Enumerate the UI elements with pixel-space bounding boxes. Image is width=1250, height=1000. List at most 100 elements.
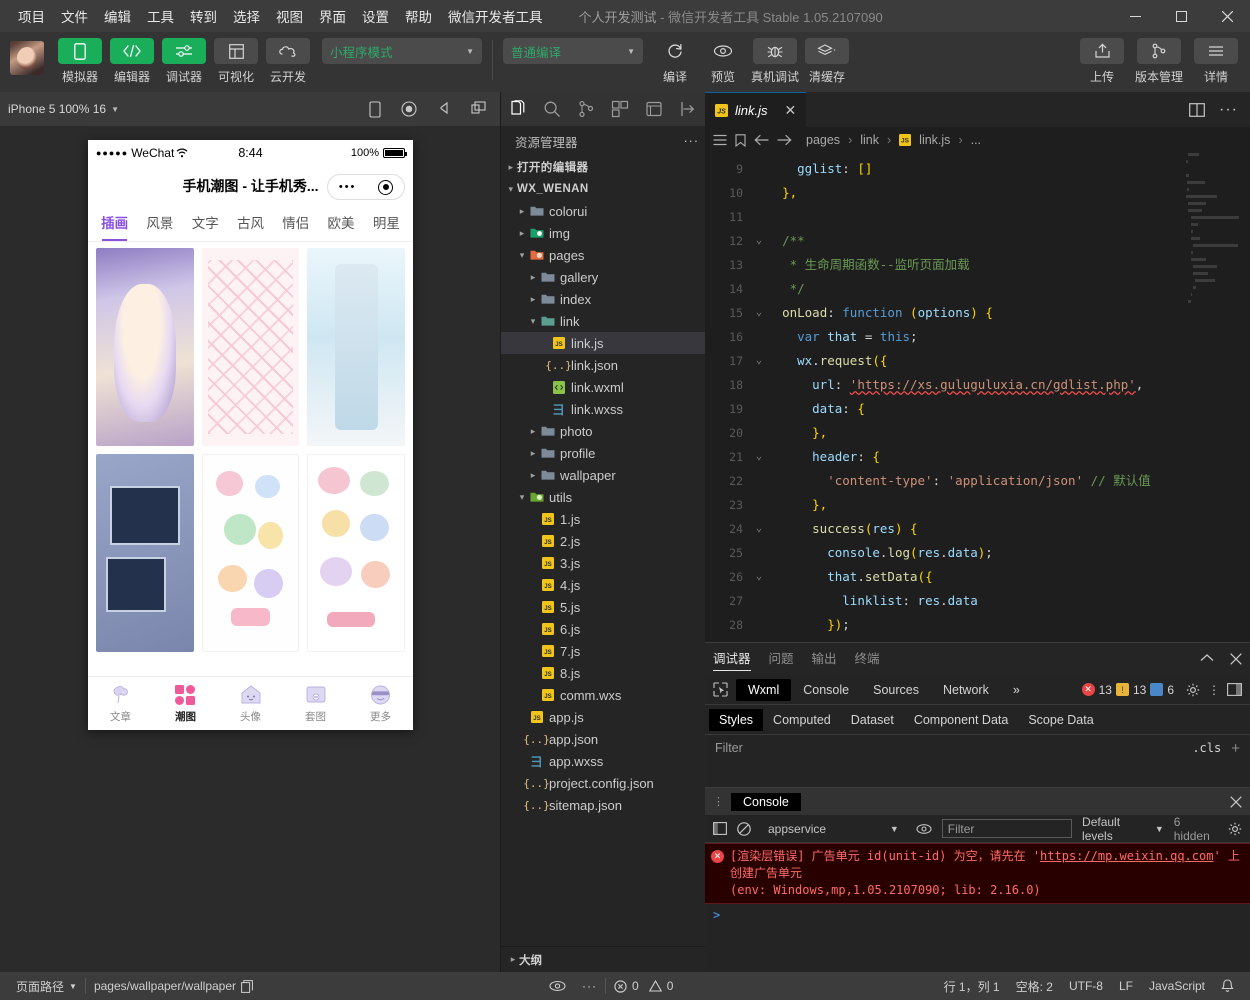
phone-tab-western[interactable]: 欧美 (318, 206, 363, 241)
styles-tab-scope-data[interactable]: Scope Data (1018, 709, 1103, 731)
tree-item-5.js[interactable]: JS 5.js (501, 596, 705, 618)
menu-item-devtools[interactable]: 微信开发者工具 (440, 2, 551, 30)
code-line[interactable]: /** (767, 229, 1250, 253)
tree-item-2.js[interactable]: JS 2.js (501, 530, 705, 552)
console-error-link[interactable]: https://mp.weixin.qq.com (1040, 849, 1213, 863)
tree-item-4.js[interactable]: JS 4.js (501, 574, 705, 596)
console-prompt[interactable]: > (705, 904, 1250, 926)
cls-button[interactable]: .cls (1192, 741, 1221, 755)
grid-image-6[interactable] (307, 454, 405, 652)
editor-scrollbar[interactable] (1240, 153, 1250, 642)
status-eye-button[interactable] (541, 972, 574, 1000)
console-eye-icon[interactable] (916, 823, 932, 835)
chevron-right-icon[interactable]: ▸ (527, 272, 539, 283)
gear-icon[interactable] (1186, 683, 1200, 697)
extensions-icon[interactable] (608, 97, 632, 121)
chevron-down-icon[interactable]: ▾ (516, 492, 528, 503)
clear-cache-button[interactable]: 清缓存 (803, 38, 851, 85)
code-line[interactable]: 'content-type': 'application/json' // 默认… (767, 469, 1250, 493)
debugger-button[interactable]: 调试器 (160, 38, 208, 85)
code-line[interactable]: that.setData({ (767, 565, 1250, 589)
devtools-tab-wxml[interactable]: Wxml (736, 678, 792, 701)
tree-item-link.js[interactable]: JS link.js (501, 332, 705, 354)
code-line[interactable]: } (767, 637, 1250, 642)
styles-tab-component-data[interactable]: Component Data (904, 709, 1019, 731)
search-icon[interactable] (540, 97, 564, 121)
console-context-select[interactable]: appservice ▼ (761, 820, 906, 838)
styles-tab-dataset[interactable]: Dataset (841, 709, 904, 731)
debug-icon[interactable] (642, 97, 666, 121)
tree-item-app.json[interactable]: {..} app.json (501, 728, 705, 750)
chevron-down-icon[interactable]: ▾ (527, 316, 539, 327)
tree-item-link[interactable]: ▾ link (501, 310, 705, 332)
build-select[interactable]: 普通编译 ▼ (503, 38, 643, 64)
close-icon[interactable] (1230, 653, 1242, 665)
close-icon[interactable] (1230, 795, 1242, 808)
code-line[interactable]: * 生命周期函数--监听页面加载 (767, 253, 1250, 277)
gear-icon[interactable] (1228, 822, 1242, 836)
phone-bottom-tab-avatar[interactable]: 头像 (218, 684, 283, 724)
chevron-right-icon[interactable]: ▸ (516, 228, 528, 239)
styles-tab-styles[interactable]: Styles (709, 708, 764, 731)
devtools-more-tabs[interactable]: » (1001, 679, 1032, 701)
phone-bottom-tab-album[interactable]: 套图 (283, 684, 348, 724)
compile-button[interactable]: 编译 (651, 38, 699, 85)
tree-item-img[interactable]: ▸ img (501, 222, 705, 244)
chevron-down-icon[interactable]: ▾ (505, 184, 517, 195)
menu-item-file[interactable]: 文件 (53, 2, 96, 30)
grid-image-1[interactable] (96, 248, 194, 446)
upload-button[interactable]: 上传 (1078, 38, 1126, 85)
code-line[interactable]: }, (767, 181, 1250, 205)
capsule-close-icon[interactable] (378, 179, 394, 195)
clear-console-icon[interactable] (737, 821, 751, 836)
code-line[interactable]: success(res) { (767, 517, 1250, 541)
tree-item-6.js[interactable]: JS 6.js (501, 618, 705, 640)
menu-item-goto[interactable]: 转到 (182, 2, 225, 30)
tree-item-wx-wenan[interactable]: ▾ WX_WENAN (501, 178, 705, 200)
capsule-more-icon[interactable]: ••• (339, 181, 357, 193)
fold-toggle-icon[interactable]: ⌄ (751, 349, 767, 373)
breadcrumb-item-pages[interactable]: pages (806, 133, 840, 147)
tree-item-wallpaper[interactable]: ▸ wallpaper (501, 464, 705, 486)
phone-tab-classic[interactable]: 古风 (228, 206, 273, 241)
tree-item-profile[interactable]: ▸ profile (501, 442, 705, 464)
menu-item-settings[interactable]: 设置 (354, 2, 397, 30)
chevron-right-icon[interactable]: ▸ (527, 294, 539, 305)
page-path-value-item[interactable]: pages/wallpaper/wallpaper (86, 972, 261, 1000)
fold-toggle-icon[interactable]: ⌄ (751, 565, 767, 589)
devtools-tab-network[interactable]: Network (931, 679, 1001, 701)
status-more-button[interactable]: ··· (574, 972, 605, 1000)
avatar[interactable] (10, 41, 44, 75)
code-line[interactable]: url: 'https://xs.guluguluxia.cn/gdlist.p… (767, 373, 1250, 397)
tree-item-link.wxml[interactable]: link.wxml (501, 376, 705, 398)
status-problems[interactable]: 0 0 (606, 972, 681, 1000)
language-mode[interactable]: JavaScript (1141, 972, 1213, 1000)
code-line[interactable]: data: { (767, 397, 1250, 421)
bell-icon[interactable] (1213, 972, 1242, 1000)
tree-item-utils[interactable]: ▾ utils (501, 486, 705, 508)
code-line[interactable]: }, (767, 493, 1250, 517)
code-line[interactable]: linklist: res.data (767, 589, 1250, 613)
tree-item-------[interactable]: ▸ 打开的编辑器 (501, 156, 705, 178)
menu-item-help[interactable]: 帮助 (397, 2, 440, 30)
nav-forward-icon[interactable] (777, 134, 792, 146)
tree-item-app.js[interactable]: JS app.js (501, 706, 705, 728)
console-error-row[interactable]: ✕ [渲染层错误] 广告单元 id(unit-id) 为空，请先在 'https… (705, 843, 1250, 904)
editor-button[interactable]: 编辑器 (108, 38, 156, 85)
phone-bottom-tab-gallery[interactable]: 潮图 (153, 684, 218, 724)
version-control-button[interactable]: 版本管理 (1130, 38, 1188, 85)
split-editor-icon[interactable] (1189, 102, 1205, 117)
visualization-button[interactable]: 可视化 (212, 38, 260, 85)
console-sidebar-icon[interactable] (713, 822, 727, 835)
source-control-icon[interactable] (574, 97, 598, 121)
code-lines[interactable]: gglist: [] }, /** * 生命周期函数--监听页面加载 */ on… (767, 153, 1250, 642)
bookmark-icon[interactable] (735, 133, 746, 147)
code-line[interactable]: */ (767, 277, 1250, 301)
grid-image-5[interactable] (201, 454, 300, 652)
tree-item-pages[interactable]: ▾ pages (501, 244, 705, 266)
rotate-device-icon[interactable] (369, 100, 381, 118)
tree-item-gallery[interactable]: ▸ gallery (501, 266, 705, 288)
menu-item-edit[interactable]: 编辑 (96, 2, 139, 30)
page-path-select[interactable]: 页面路径 ▼ (8, 972, 85, 1000)
console-filter-input[interactable]: Filter (941, 819, 1073, 838)
